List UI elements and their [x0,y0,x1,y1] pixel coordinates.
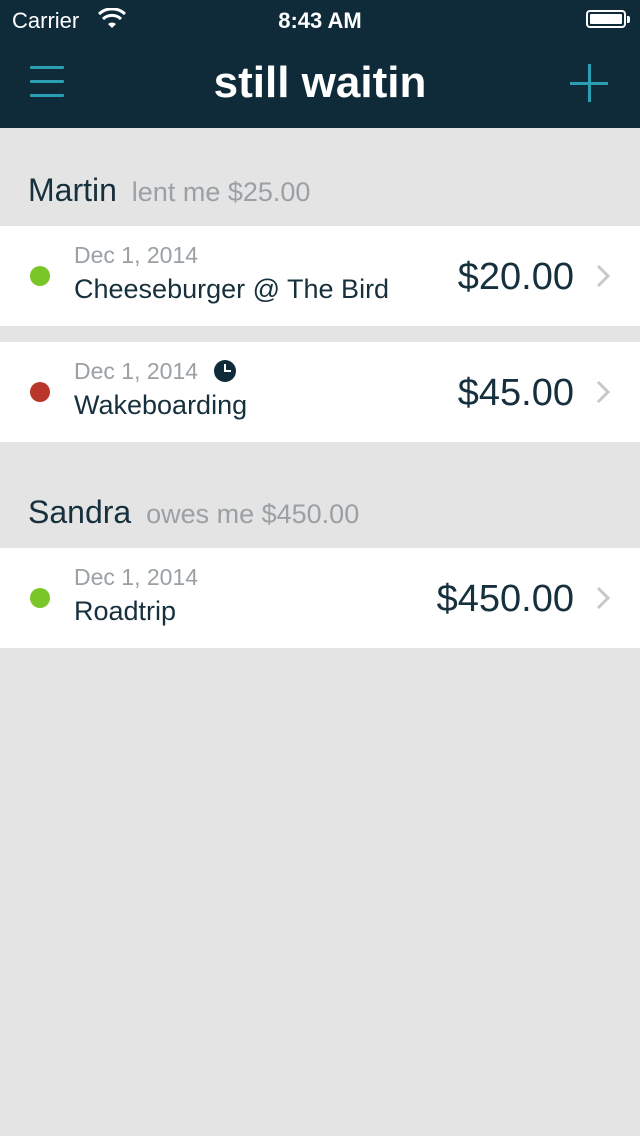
debt-row[interactable]: Dec 1, 2014 Wakeboarding $45.00 [0,342,640,442]
item-title: Cheeseburger @ The Bird [74,274,390,304]
group-header-sandra: Sandra owes me $450.00 [28,494,359,544]
nav-bar: still waitin [0,40,640,128]
chevron-right-icon [596,380,610,404]
chevron-right-icon [596,586,610,610]
group-name: Martin [28,172,117,208]
item-amount: $45.00 [457,372,574,414]
app-title: still waitin [213,58,427,107]
item-amount: $20.00 [457,256,574,298]
status-bar: Carrier 8:43 AM [0,0,640,40]
group-name: Sandra [28,494,132,530]
item-title: Roadtrip [74,596,177,626]
status-dot [30,382,50,402]
item-date: Dec 1, 2014 [74,242,199,268]
group-header-martin: Martin lent me $25.00 [28,172,310,222]
item-date: Dec 1, 2014 [74,358,199,384]
debt-row[interactable]: Dec 1, 2014 Roadtrip $450.00 [0,548,640,648]
status-dot [30,588,50,608]
item-title: Wakeboarding [74,390,248,420]
add-button[interactable] [570,64,610,104]
group-summary: owes me $450.00 [146,499,360,529]
chevron-right-icon [596,264,610,288]
clock-icon [214,360,236,382]
item-date: Dec 1, 2014 [74,564,199,590]
group-summary: lent me $25.00 [131,177,311,207]
item-amount: $450.00 [436,578,574,620]
battery-icon [586,10,630,28]
status-dot [30,266,50,286]
debt-row[interactable]: Dec 1, 2014 Cheeseburger @ The Bird $20.… [0,226,640,326]
clock-time: 8:43 AM [278,8,362,33]
top-bar: Carrier 8:43 AM still waitin [0,0,640,128]
